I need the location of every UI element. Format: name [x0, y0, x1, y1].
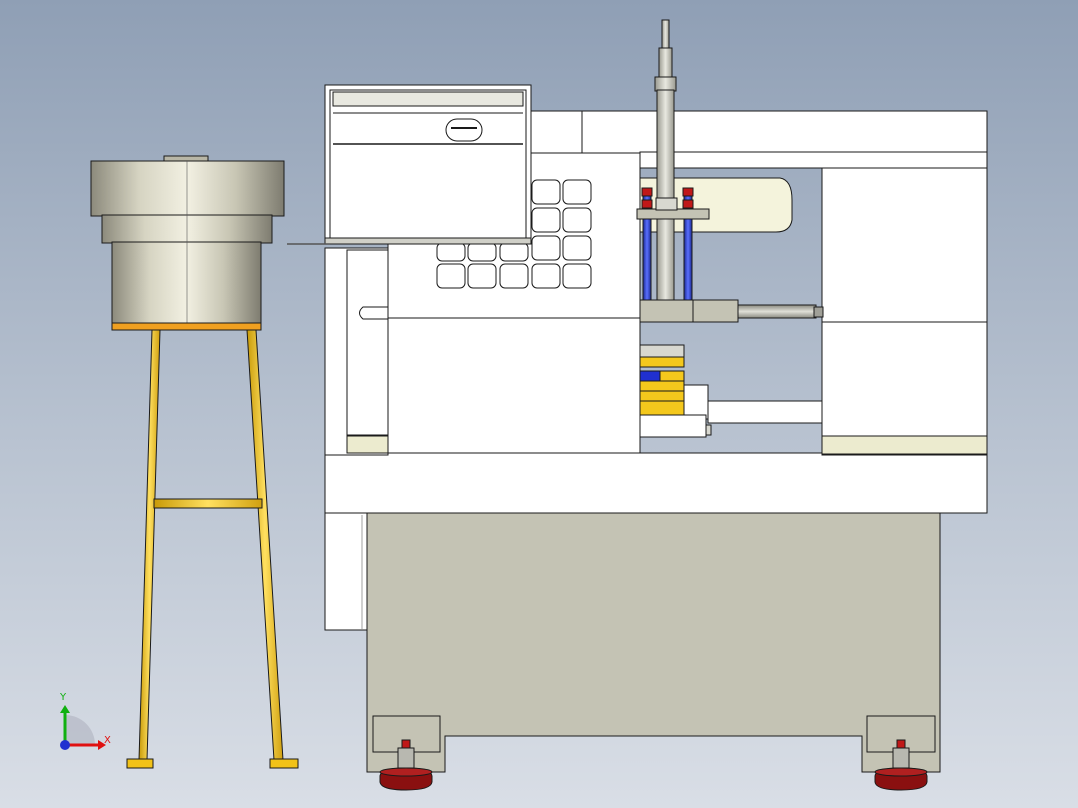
triad-x-label: X	[104, 735, 111, 746]
key[interactable]	[531, 263, 561, 289]
key[interactable]	[436, 242, 466, 262]
bowl-base-plate	[111, 322, 262, 331]
stand-leg-right	[246, 329, 284, 761]
cylinder-head	[654, 76, 677, 92]
bowl-upper	[90, 160, 285, 217]
key[interactable]	[499, 263, 529, 289]
clamp-blue-insert	[639, 370, 661, 382]
rod-cap-left	[641, 199, 653, 209]
base-body	[366, 511, 941, 773]
rod-cap-right-top	[682, 187, 694, 197]
clamp-cylinder	[683, 384, 709, 420]
enclosure-top-block	[529, 110, 583, 154]
key[interactable]	[562, 207, 592, 233]
machine-base[interactable]	[324, 511, 941, 773]
stand-crossbar	[153, 498, 263, 509]
door-header-strip	[332, 91, 524, 107]
door-bottom-rail	[324, 237, 532, 245]
cylinder-body	[656, 89, 675, 201]
slide-block	[639, 299, 694, 323]
key[interactable]	[531, 207, 561, 233]
clamp-layer	[639, 380, 685, 392]
view-triad[interactable]: X Y	[59, 692, 111, 750]
clamp-top	[639, 344, 685, 358]
enclosure-table	[324, 452, 988, 514]
sliding-door[interactable]	[287, 84, 532, 245]
feeder-stand[interactable]	[126, 329, 299, 769]
clamp-layer	[639, 400, 685, 416]
leveling-feet[interactable]	[379, 739, 928, 791]
clamp-layer	[639, 390, 685, 402]
key[interactable]	[562, 179, 592, 205]
guide-plate-block	[655, 197, 678, 211]
rod-cap-right	[682, 199, 694, 209]
triad-y-label: Y	[59, 692, 67, 703]
clamp-layer	[659, 370, 685, 382]
base-side-panel	[324, 511, 368, 631]
clamp-block[interactable]	[639, 344, 823, 438]
enclosure-upper-strip	[639, 151, 988, 169]
enclosure-top-rail	[579, 110, 988, 154]
cad-viewport[interactable]: X Y	[0, 0, 1078, 808]
horizontal-cylinder[interactable]	[639, 299, 824, 323]
triad-y-arrow	[60, 705, 70, 713]
left-column-inner	[346, 249, 389, 436]
key[interactable]	[531, 235, 561, 261]
clamp-layer	[639, 356, 685, 368]
left-column-cream	[346, 435, 389, 454]
key[interactable]	[436, 263, 466, 289]
stand-foot-left	[126, 758, 154, 769]
machine-model[interactable]: X Y	[0, 0, 1078, 808]
vertical-cylinder[interactable]	[654, 19, 677, 303]
vibratory-bowl-feeder[interactable]	[90, 155, 285, 331]
slide-cylinder-rod	[737, 304, 817, 319]
stand-foot-right	[269, 758, 299, 769]
clamp-screw	[705, 424, 712, 436]
enclosure-right-cabinet	[821, 167, 988, 456]
triad-z-axis	[60, 740, 70, 750]
key[interactable]	[562, 235, 592, 261]
cabinet-cream-band	[821, 435, 988, 455]
clamp-base	[639, 414, 707, 438]
slide-cylinder-body	[692, 299, 739, 323]
door-window-handle[interactable]	[445, 118, 483, 142]
clamp-rail	[707, 400, 823, 424]
key[interactable]	[531, 179, 561, 205]
cylinder-rod-top	[661, 19, 670, 51]
cylinder-cap	[658, 47, 673, 79]
rod-cap-left-top	[641, 187, 653, 197]
stand-leg-left	[138, 329, 161, 761]
triad-arc	[65, 715, 95, 745]
key[interactable]	[562, 263, 592, 289]
key[interactable]	[499, 242, 529, 262]
key[interactable]	[467, 242, 497, 262]
key[interactable]	[467, 263, 497, 289]
bowl-lower	[111, 241, 262, 325]
slide-cylinder-end	[813, 306, 824, 318]
